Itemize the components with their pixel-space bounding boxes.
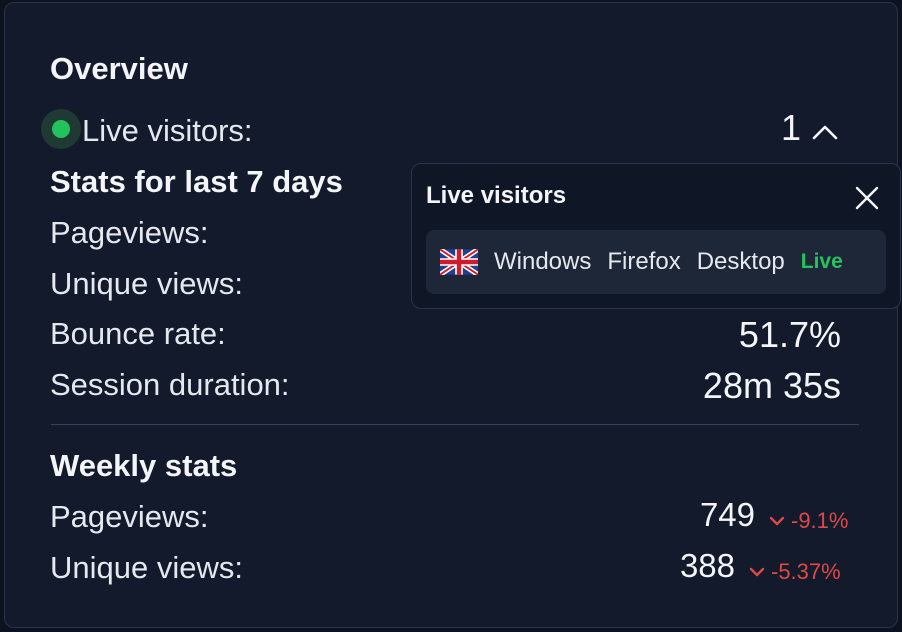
uk-flag-icon	[440, 249, 478, 275]
chevron-up-icon[interactable]	[811, 123, 839, 141]
pageviews-label: Pageviews:	[50, 215, 209, 250]
stats-section-title: Stats for last 7 days	[50, 164, 343, 199]
weekly-unique-views-change-text: -5.37%	[771, 559, 841, 584]
live-visitors-count: 1	[780, 107, 801, 148]
live-indicator	[41, 109, 81, 149]
session-duration-label: Session duration:	[50, 367, 290, 402]
bounce-rate-value: 51.7%	[738, 314, 841, 355]
live-visitors-popup: Live visitors Windows Firefox Desktop Li…	[411, 163, 901, 309]
weekly-unique-views-change: -5.37%	[749, 559, 841, 585]
weekly-stats-title: Weekly stats	[50, 448, 238, 483]
weekly-pageviews-label: Pageviews:	[50, 499, 209, 534]
popup-title: Live visitors	[426, 182, 567, 209]
section-divider	[51, 424, 859, 425]
overview-title: Overview	[50, 51, 188, 86]
weekly-pageviews-change-text: -9.1%	[791, 508, 849, 533]
session-duration-value: 28m 35s	[702, 365, 841, 406]
weekly-pageviews-change: -9.1%	[769, 508, 848, 534]
visitor-device: Desktop	[696, 248, 785, 275]
visitor-browser: Firefox	[607, 248, 681, 275]
chevron-down-icon	[749, 567, 765, 577]
bounce-rate-label: Bounce rate:	[50, 316, 226, 351]
chevron-down-icon	[769, 516, 785, 526]
close-icon[interactable]	[853, 184, 881, 212]
weekly-unique-views-label: Unique views:	[50, 550, 243, 585]
unique-views-label: Unique views:	[50, 266, 243, 301]
live-dot-icon	[52, 120, 70, 138]
live-visitors-label: Live visitors:	[82, 113, 253, 148]
weekly-pageviews-value: 749	[699, 496, 755, 533]
visitor-os: Windows	[494, 248, 592, 275]
live-visitor-row[interactable]: Windows Firefox Desktop Live	[426, 230, 886, 294]
weekly-unique-views-value: 388	[679, 547, 735, 584]
visitor-status-badge: Live	[800, 250, 843, 273]
overview-card: Overview Live visitors: 1 Stats for last…	[4, 2, 901, 628]
